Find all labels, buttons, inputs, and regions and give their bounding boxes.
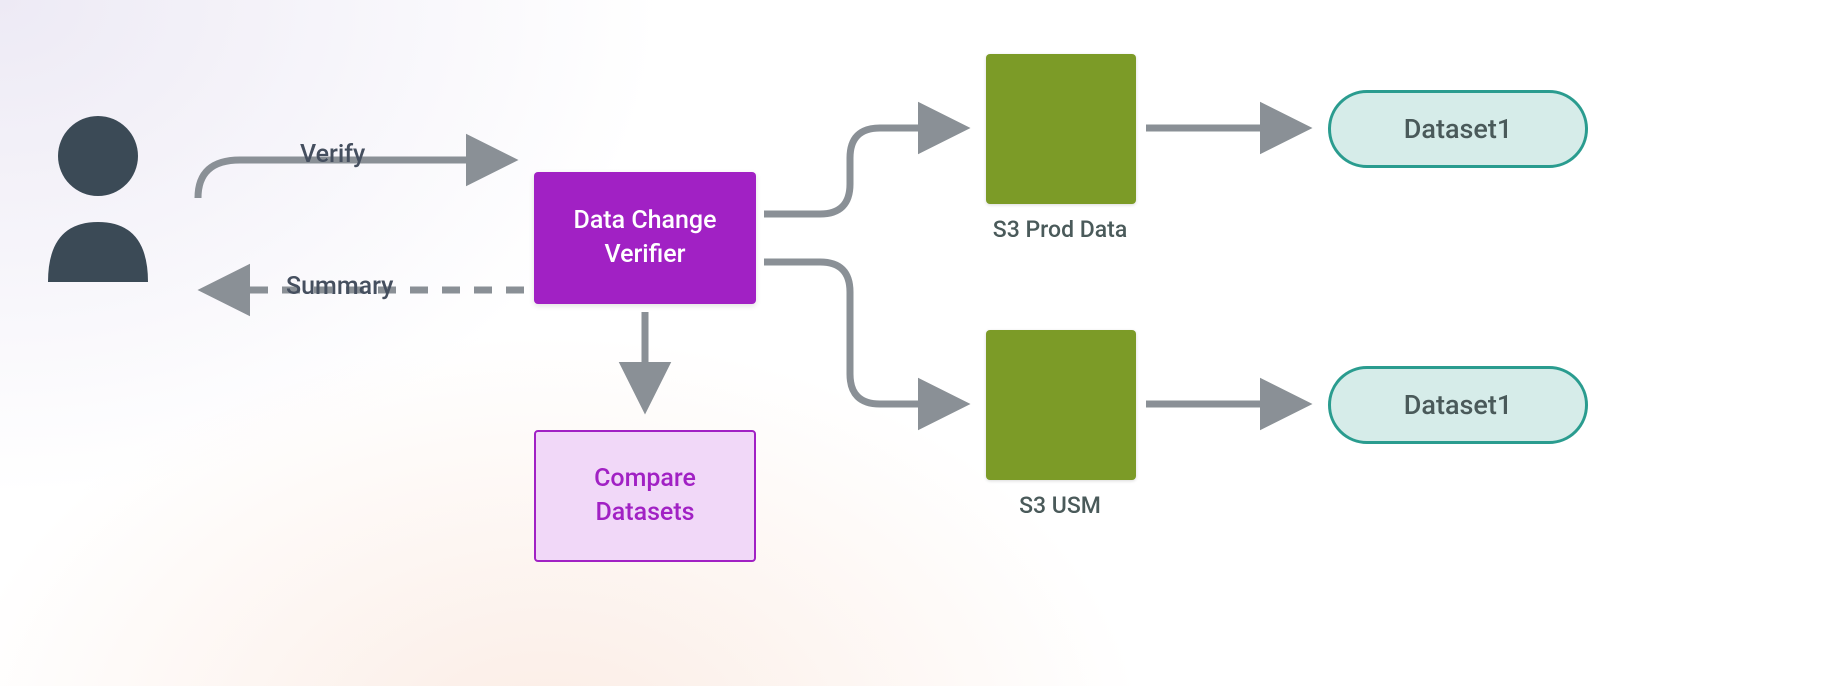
compare-label: Compare Datasets (594, 462, 696, 530)
dataset-top-label: Dataset1 (1404, 111, 1512, 147)
s3-usm-label: S3 USM (920, 492, 1200, 519)
dataset-bot-label: Dataset1 (1404, 387, 1512, 423)
s3-usm-node (986, 330, 1136, 480)
s3-prod-data-node (986, 54, 1136, 204)
s3-prod-data-label: S3 Prod Data (920, 216, 1200, 243)
user-icon (48, 116, 148, 282)
summary-edge-label: Summary (286, 272, 393, 301)
verifier-label: Data Change Verifier (574, 204, 717, 272)
dataset-top-node: Dataset1 (1328, 90, 1588, 168)
dataset-bot-node: Dataset1 (1328, 366, 1588, 444)
arrow-verifier-to-s3-bot (764, 262, 960, 404)
arrow-verifier-to-s3-top (764, 128, 960, 214)
compare-datasets-node: Compare Datasets (534, 430, 756, 562)
verify-edge-label: Verify (300, 140, 365, 169)
data-change-verifier-node: Data Change Verifier (534, 172, 756, 304)
